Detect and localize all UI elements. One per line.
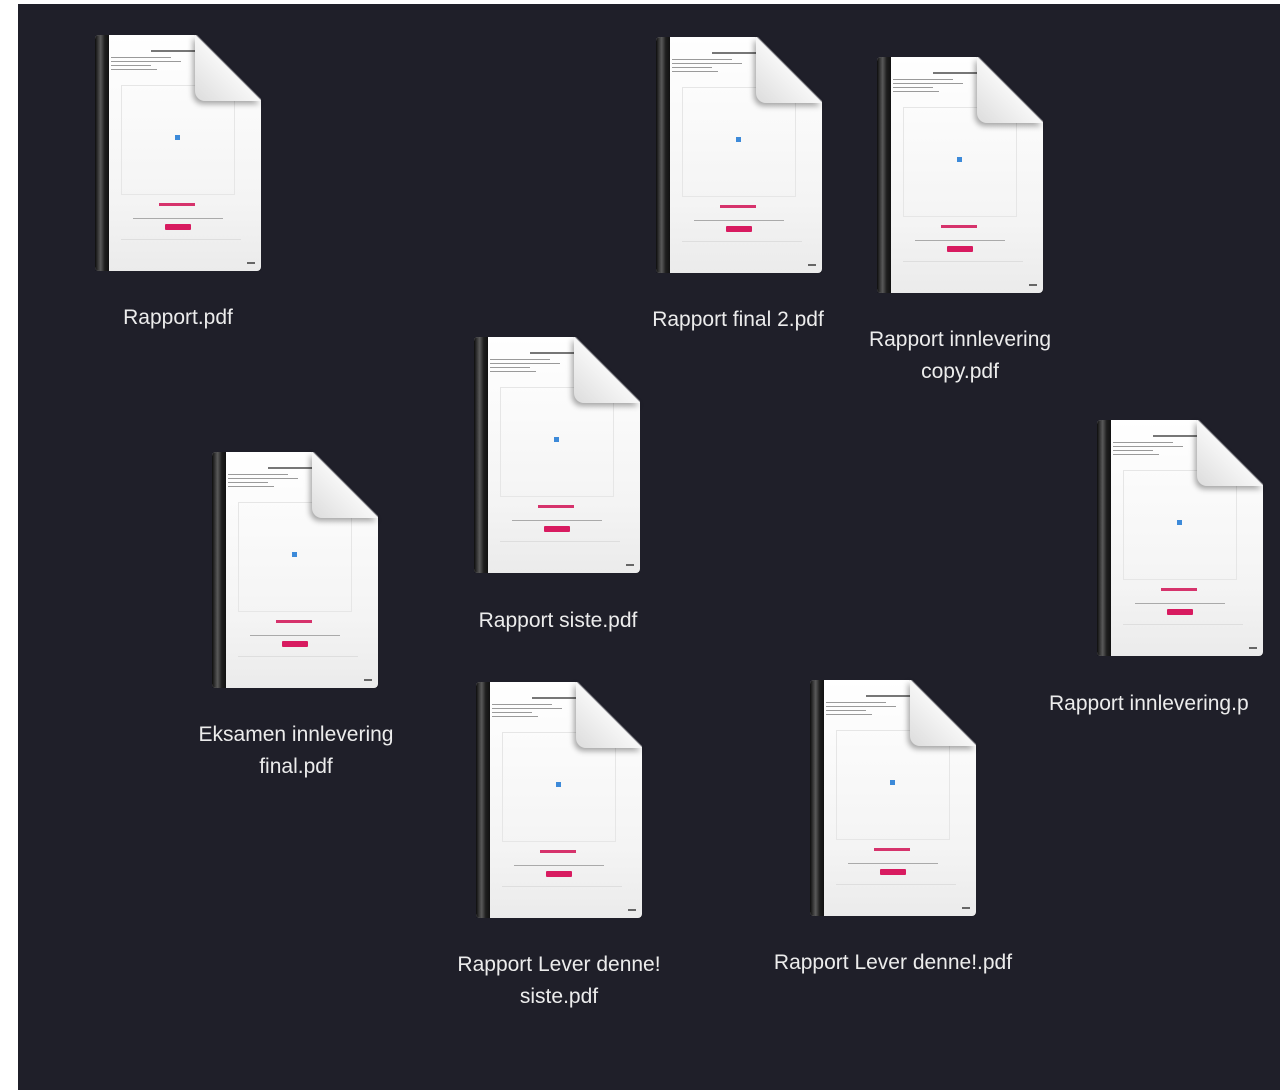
file-name-line: Rapport innlevering: [868, 328, 1052, 351]
page-curl-icon: [977, 57, 1043, 123]
pdf-spine: [656, 37, 670, 273]
pdf-document-icon[interactable]: [95, 35, 261, 271]
pdf-document-icon[interactable]: [476, 682, 642, 918]
pdf-spine: [476, 682, 490, 918]
file-name-line: Eksamen innlevering: [198, 723, 394, 746]
pdf-document-icon[interactable]: [212, 452, 378, 688]
file-name-label[interactable]: Eksamen innlevering final.pdf: [146, 719, 446, 783]
page-curl-icon: [756, 37, 822, 103]
pdf-spine: [212, 452, 226, 688]
file-name-line: Rapport.pdf: [123, 306, 233, 329]
file-name-label[interactable]: Rapport siste.pdf: [408, 605, 708, 637]
pdf-document-icon[interactable]: [810, 680, 976, 916]
file-name-line: final.pdf: [259, 755, 333, 778]
page-curl-icon: [574, 337, 640, 403]
pdf-spine: [877, 57, 891, 293]
file-name-label[interactable]: Rapport Lever denne!.pdf: [743, 947, 1043, 979]
page-curl-icon: [910, 680, 976, 746]
page-curl-icon: [195, 35, 261, 101]
file-name-label[interactable]: Rapport.pdf: [28, 302, 328, 334]
file-name-label[interactable]: Rapport innlevering.p: [1049, 688, 1249, 720]
file-name-line: Rapport siste.pdf: [478, 609, 638, 632]
pdf-spine: [810, 680, 824, 916]
pdf-spine: [95, 35, 109, 271]
pdf-document-icon[interactable]: [1097, 420, 1263, 656]
page-curl-icon: [1197, 420, 1263, 486]
page-curl-icon: [576, 682, 642, 748]
file-name-line: Rapport innlevering.p: [1049, 692, 1249, 715]
pdf-spine: [474, 337, 488, 573]
file-name-label[interactable]: Rapport innlevering copy.pdf: [810, 324, 1110, 388]
desktop: Rapport.pdf Rapport final 2.pdf Rapport in…: [18, 4, 1280, 1090]
file-name-line: siste.pdf: [519, 985, 599, 1008]
file-name-label[interactable]: Rapport Lever denne! siste.pdf: [409, 949, 709, 1013]
pdf-document-icon[interactable]: [877, 57, 1043, 293]
pdf-document-icon[interactable]: [656, 37, 822, 273]
pdf-document-icon[interactable]: [474, 337, 640, 573]
pdf-spine: [1097, 420, 1111, 656]
file-name-line: Rapport Lever denne!.pdf: [773, 951, 1013, 974]
page-curl-icon: [312, 452, 378, 518]
file-name-line: Rapport Lever denne!: [457, 953, 661, 976]
file-name-line: copy.pdf: [921, 360, 999, 383]
